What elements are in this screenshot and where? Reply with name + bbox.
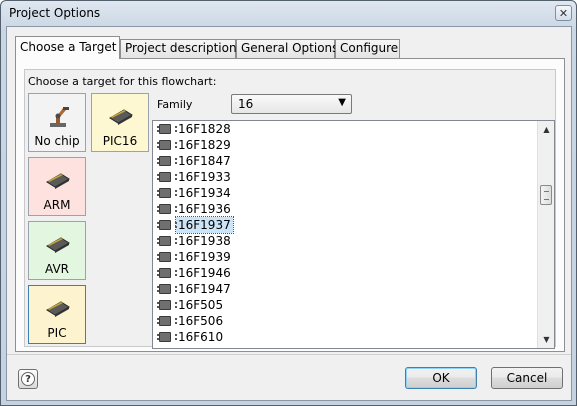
device-list-item[interactable]: 16F1828 <box>153 121 554 137</box>
chip-icon <box>157 284 177 294</box>
scroll-thumb[interactable] <box>540 185 552 205</box>
chip-icon <box>46 237 70 253</box>
chip-icon <box>157 300 177 310</box>
arm-button[interactable]: ARM <box>28 157 86 216</box>
device-list-item[interactable]: 16F506 <box>153 313 554 329</box>
device-list-item[interactable]: 16F505 <box>153 297 554 313</box>
device-label: 16F1946 <box>178 266 231 280</box>
device-list-item[interactable]: 16F1829 <box>153 137 554 153</box>
pic16-button[interactable]: PIC16 <box>91 93 149 152</box>
chip-icon <box>157 188 177 198</box>
device-list-items: 16F1828 16F1829 16F1847 16F1933 16F1934 16F19… <box>153 121 554 345</box>
chip-icon <box>157 156 177 166</box>
device-label: 16F1947 <box>178 282 231 296</box>
chip-icon <box>157 252 177 262</box>
target-prompt: Choose a target for this flowchart: <box>28 75 217 88</box>
tab-general-options[interactable]: General Options <box>236 39 338 58</box>
device-label: 16F1938 <box>178 234 231 248</box>
chip-icon <box>157 220 177 230</box>
dialog-client-area: Choose a Target Project description Gene… <box>6 26 572 401</box>
device-label: 16F1937 <box>175 216 234 234</box>
scroll-down-arrow-icon[interactable]: ▼ <box>538 331 554 348</box>
device-label: 16F1847 <box>178 154 231 168</box>
chip-icon <box>157 172 177 182</box>
tab-choose-a-target[interactable]: Choose a Target <box>15 36 120 59</box>
device-label: 16F1934 <box>178 186 231 200</box>
family-dropdown[interactable]: 16 ▼ <box>231 94 352 114</box>
ok-button[interactable]: OK <box>405 367 477 389</box>
avr-button[interactable]: AVR <box>28 221 86 280</box>
device-list-scrollbar[interactable]: ▲ ▼ <box>537 121 554 348</box>
close-button[interactable]: ✕ <box>555 5 572 21</box>
chevron-down-icon: ▼ <box>338 97 346 108</box>
chip-icon <box>157 268 177 278</box>
title-bar[interactable]: Project Options ✕ <box>1 1 576 27</box>
device-label: 16F1939 <box>178 250 231 264</box>
family-value: 16 <box>238 97 254 111</box>
family-label: Family <box>157 98 193 111</box>
chip-icon <box>46 301 70 317</box>
target-panel: Choose a target for this flowchart: No c… <box>24 69 556 349</box>
device-list-item[interactable]: 16F1947 <box>153 281 554 297</box>
no-chip-button[interactable]: No chip <box>28 93 86 152</box>
project-options-window: Project Options ✕ Choose a Target Projec… <box>0 0 577 406</box>
chip-icon <box>157 236 177 246</box>
chip-icon <box>46 173 70 189</box>
pic-label: PIC <box>47 326 67 340</box>
device-label: 16F1933 <box>178 170 231 184</box>
chip-icon <box>157 204 177 214</box>
chip-icon <box>157 124 177 134</box>
help-icon: ? <box>21 372 35 386</box>
device-list-item[interactable]: 16F1933 <box>153 169 554 185</box>
footer-divider <box>7 354 571 355</box>
chip-icon <box>157 332 177 342</box>
avr-label: AVR <box>45 262 69 276</box>
device-label: 16F1936 <box>178 202 231 216</box>
tab-configure[interactable]: Configure <box>335 39 400 58</box>
no-chip-label: No chip <box>34 134 80 148</box>
device-list-item[interactable]: 16F1946 <box>153 265 554 281</box>
tab-project-description[interactable]: Project description <box>120 39 237 58</box>
device-list-item[interactable]: 16F1937 <box>153 216 554 234</box>
device-label: 16F1828 <box>178 122 231 136</box>
pic-button[interactable]: PIC <box>28 285 86 344</box>
device-list-item[interactable]: 16F1936 <box>153 201 554 217</box>
chip-icon <box>157 140 177 150</box>
device-list-item[interactable]: 16F1847 <box>153 153 554 169</box>
device-list-item[interactable]: 16F1939 <box>153 249 554 265</box>
cancel-button[interactable]: Cancel <box>491 367 563 389</box>
device-label: 16F506 <box>178 314 224 328</box>
robot-arm-icon <box>50 107 69 127</box>
device-label: 16F610 <box>178 330 224 344</box>
window-title: Project Options <box>9 6 101 20</box>
chip-icon <box>109 109 133 125</box>
tab-panel-choose-target: Choose a target for this flowchart: No c… <box>15 58 565 352</box>
scroll-up-arrow-icon[interactable]: ▲ <box>538 121 554 138</box>
help-button[interactable]: ? <box>18 369 38 389</box>
chip-icon <box>157 316 177 326</box>
close-icon: ✕ <box>558 6 569 20</box>
device-list-item[interactable]: 16F610 <box>153 329 554 345</box>
pic16-label: PIC16 <box>102 134 138 148</box>
device-label: 16F1829 <box>178 138 231 152</box>
device-list-item[interactable]: 16F1938 <box>153 233 554 249</box>
device-list[interactable]: 16F1828 16F1829 16F1847 16F1933 16F1934 16F19… <box>152 120 555 349</box>
arm-label: ARM <box>43 198 71 212</box>
device-list-item[interactable]: 16F1934 <box>153 185 554 201</box>
device-label: 16F505 <box>178 298 224 312</box>
